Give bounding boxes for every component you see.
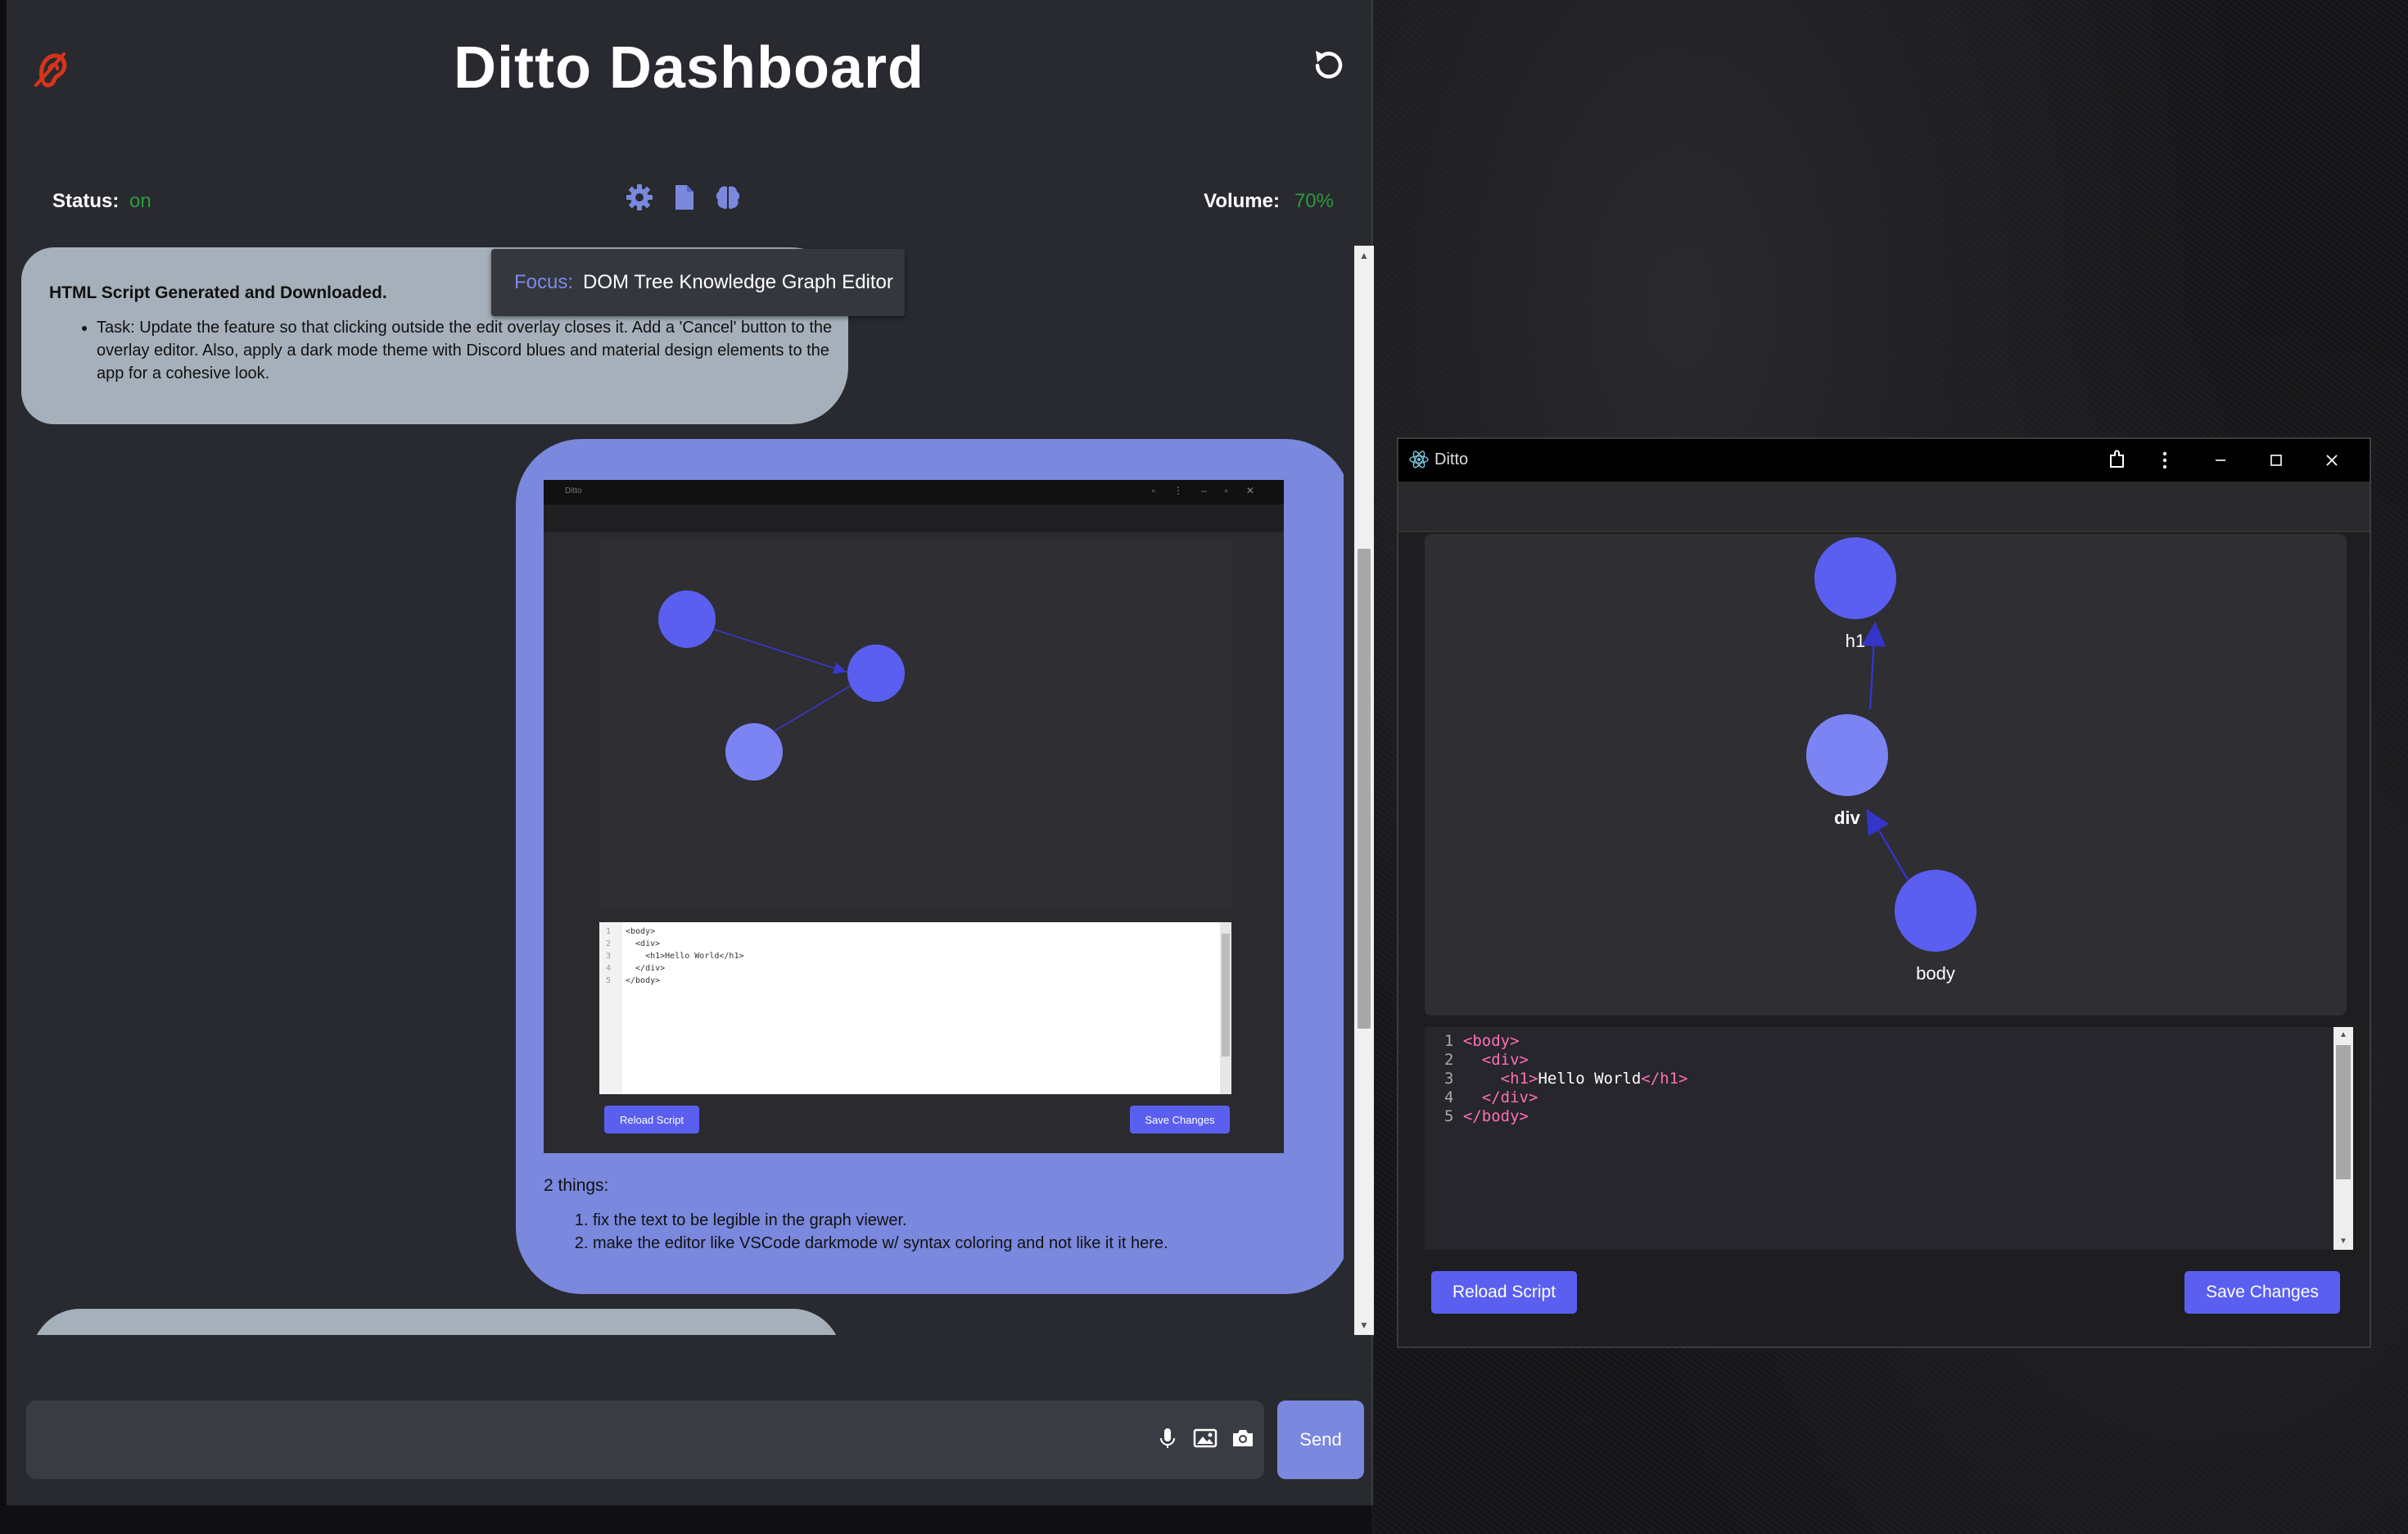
screenshot-scrollbar (1220, 922, 1231, 1094)
screenshot-save-button: Save Changes (1130, 1106, 1230, 1134)
react-logo-icon (1409, 450, 1429, 468)
microphone-icon[interactable] (1154, 1425, 1181, 1451)
code-line: 1 <body> (1444, 1032, 1520, 1050)
code-line: 5 </body> (1444, 1107, 1529, 1125)
screenshot-title: Ditto (565, 486, 582, 495)
code-line: 3 <h1>Hello World</h1> (1444, 1070, 1688, 1088)
send-button[interactable]: Send (1277, 1401, 1364, 1479)
scroll-up-arrow[interactable]: ▲ (1354, 246, 1374, 265)
code-line: 4 </div> (1444, 1088, 1538, 1106)
screenshot-edge (702, 625, 847, 675)
screenshot-node (658, 591, 716, 648)
desktop-strip (0, 1505, 1371, 1534)
graph-node-label: div (1834, 808, 1860, 828)
close-icon[interactable] (2317, 446, 2347, 475)
screenshot-node (847, 645, 905, 702)
status-label: Status: (52, 190, 120, 212)
image-icon[interactable] (1192, 1425, 1218, 1451)
list-item: make the editor like VSCode darkmode w/ … (593, 1232, 1330, 1255)
page-title: Ditto Dashboard (453, 35, 924, 101)
scroll-down-arrow[interactable]: ▼ (1354, 1315, 1374, 1335)
status-value: on (129, 190, 151, 212)
document-icon[interactable] (670, 183, 698, 211)
screenshot-editor: 1 2 3 4 5 <body> <div> <h1>Hello World</… (599, 922, 1231, 1094)
editor-scrollbar[interactable]: ▲ ▼ (2333, 1027, 2353, 1250)
screenshot-code: <body> <div> <h1>Hello World</h1> </div>… (626, 927, 744, 985)
dashboard-window: Ditto Dashboard Status: on Volume: 70% H… (7, 0, 1374, 1505)
graph-node-label: body (1916, 963, 1955, 984)
code-line: 2 <div> (1444, 1051, 1529, 1069)
reload-script-button[interactable]: Reload Script (1431, 1271, 1577, 1314)
screenshot-reload-button: Reload Script (604, 1106, 699, 1134)
scroll-thumb[interactable] (2336, 1045, 2351, 1179)
brain-icon[interactable] (714, 183, 742, 211)
window-menubar (1398, 482, 2370, 532)
volume-label: Volume: (1204, 190, 1280, 212)
volume-value: 70% (1294, 190, 1334, 212)
maximize-icon[interactable] (2261, 446, 2291, 475)
attached-screenshot[interactable]: Ditto ▫⋮–▫✕ 1 2 3 4 5 <body> <div> <h1>H… (544, 480, 1284, 1153)
ditto-window: Ditto h1 div body 1 <body> 2 <div> 3 <h1… (1397, 437, 2371, 1348)
graph-node-label: h1 (1845, 631, 1866, 651)
message-list: fix the text to be legible in the graph … (544, 1209, 1330, 1255)
screenshot-menubar (544, 505, 1284, 532)
scroll-up-arrow[interactable]: ▲ (2333, 1027, 2353, 1043)
graph-node-div[interactable] (1806, 714, 1888, 796)
focus-value: DOM Tree Knowledge Graph Editor (583, 271, 893, 293)
chat-log[interactable]: HTML Script Generated and Downloaded. Ta… (13, 246, 1344, 1335)
gear-icon[interactable] (626, 183, 653, 211)
message-intro: 2 things: (544, 1176, 609, 1195)
more-options-icon[interactable] (2150, 446, 2180, 475)
screenshot-graph (599, 537, 1231, 909)
screenshot-titlebar: Ditto ▫⋮–▫✕ (544, 480, 1284, 505)
message-heading: HTML Script Generated and Downloaded. (49, 283, 387, 302)
chat-scrollbar[interactable]: ▲ ▼ (1354, 246, 1374, 1335)
dom-graph-viewer[interactable]: h1 div body (1425, 534, 2347, 1016)
screenshot-graph-svg (658, 591, 905, 781)
message-input[interactable] (26, 1401, 1264, 1479)
input-icons (1154, 1425, 1256, 1451)
focus-label: Focus: (514, 271, 574, 293)
dom-graph-svg (1806, 537, 1977, 952)
code-content[interactable]: 1 <body> 2 <div> 3 <h1>Hello World</h1> … (1444, 1032, 1687, 1126)
scroll-down-arrow[interactable]: ▼ (2333, 1233, 2353, 1250)
graph-node-body[interactable] (1895, 870, 1977, 952)
window-titlebar[interactable]: Ditto (1398, 439, 2370, 482)
scroll-thumb[interactable] (1358, 549, 1371, 1029)
save-changes-button[interactable]: Save Changes (2184, 1271, 2340, 1314)
code-editor[interactable]: 1 <body> 2 <div> 3 <h1>Hello World</h1> … (1425, 1027, 2333, 1250)
message-bullets: Task: Update the feature so that clickin… (49, 316, 834, 385)
screenshot-line-numbers: 1 2 3 4 5 (606, 927, 612, 985)
toolbar-icons (626, 183, 742, 211)
window-title: Ditto (1434, 450, 1469, 468)
minimize-icon[interactable] (2206, 446, 2235, 475)
screenshot-node (725, 723, 783, 781)
camera-icon[interactable] (1230, 1425, 1256, 1451)
graph-node-h1[interactable] (1814, 537, 1896, 619)
assistant-message-partial (31, 1309, 842, 1335)
message-bullet: Task: Update the feature so that clickin… (97, 316, 834, 385)
focus-tooltip: Focus: DOM Tree Knowledge Graph Editor (491, 249, 905, 316)
list-item: fix the text to be legible in the graph … (593, 1209, 1330, 1232)
refresh-icon[interactable] (1308, 46, 1349, 87)
screenshot-window-controls: ▫⋮–▫✕ (1151, 485, 1272, 496)
extensions-icon[interactable] (2103, 446, 2132, 475)
user-message: Ditto ▫⋮–▫✕ 1 2 3 4 5 <body> <div> <h1>H… (516, 439, 1344, 1294)
